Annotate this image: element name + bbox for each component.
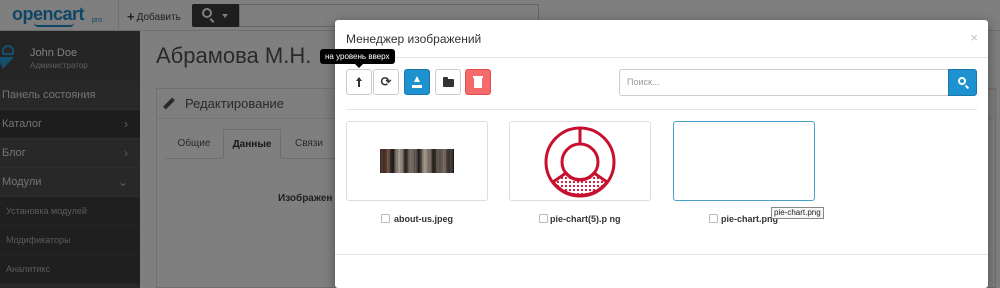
refresh-icon: ⟳ [380,74,392,89]
filename-tooltip: pie-chart.png [771,207,824,219]
image-manager-modal: Менеджер изображений × ⟳ Поиск... about-… [335,20,988,288]
close-icon[interactable]: × [970,30,978,45]
delete-button[interactable] [465,69,491,95]
image-search-button[interactable] [948,69,977,96]
image-thumbnail-about-us[interactable] [346,121,488,201]
select-checkbox[interactable] [381,214,390,223]
refresh-button[interactable]: ⟳ [373,69,399,95]
pie-chart-icon [544,126,616,198]
level-up-icon [347,70,371,94]
modal-header-divider [335,57,988,58]
modal-title: Менеджер изображений [346,32,482,46]
file-name[interactable]: about-us.jpeg [394,214,453,224]
folder-icon [436,70,460,94]
file-name[interactable]: pie-chart(5).p ng [550,214,621,224]
image-thumbnail-pie-chart[interactable] [673,121,815,201]
select-checkbox[interactable] [539,214,548,223]
trash-icon [466,70,490,94]
modal-footer-divider [335,254,988,255]
upload-button[interactable] [404,69,430,95]
select-checkbox[interactable] [709,214,718,223]
parent-directory-button[interactable] [346,69,372,95]
photo-thumbnail [380,149,454,173]
toolbar-divider [346,109,977,110]
tooltip-arrow [355,64,363,68]
search-icon [958,77,966,85]
image-search-input[interactable]: Поиск... [619,69,949,96]
image-thumbnail-pie-chart-5[interactable] [509,121,651,201]
upload-icon [405,70,429,94]
parent-directory-tooltip: на уровень вверх [320,49,395,64]
new-folder-button[interactable] [435,69,461,95]
file-name[interactable]: pie-chart.png [721,214,778,224]
